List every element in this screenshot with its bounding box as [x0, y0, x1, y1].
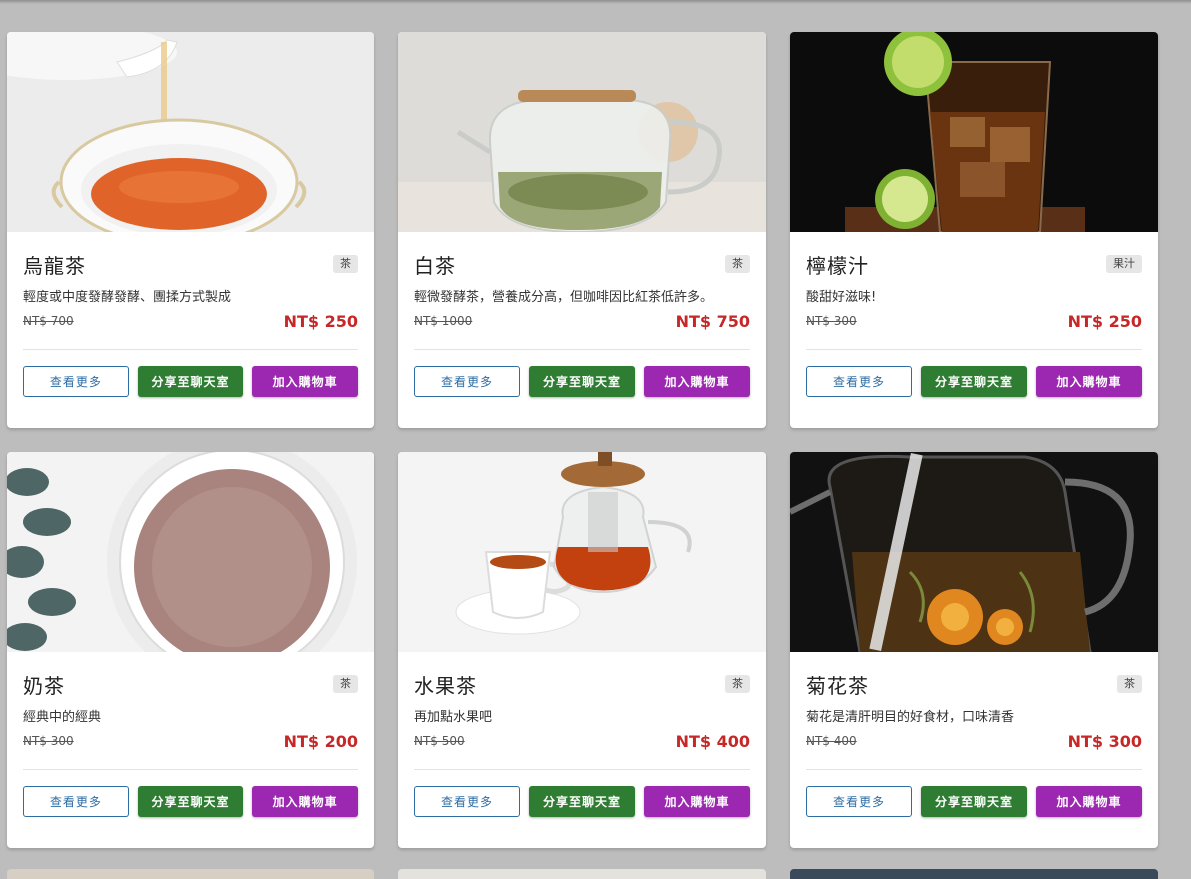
product-card: 奶茶 茶 經典中的經典 NT$ 300 NT$ 200 查看更多 分享至聊天室 … [7, 452, 374, 848]
category-badge: 果汁 [1106, 255, 1142, 273]
next-row-card-top [398, 869, 766, 879]
view-more-button[interactable]: 查看更多 [23, 366, 129, 397]
product-name: 白茶 [414, 253, 456, 278]
add-to-cart-button[interactable]: 加入購物車 [1036, 366, 1142, 397]
product-card: 白茶 茶 輕微發酵茶，營養成分高，但咖啡因比紅茶低許多。 NT$ 1000 NT… [398, 32, 766, 428]
share-to-chat-button[interactable]: 分享至聊天室 [529, 366, 635, 397]
add-to-cart-button[interactable]: 加入購物車 [644, 786, 750, 817]
fruit-tea-photo [398, 452, 766, 652]
product-image [398, 32, 766, 232]
product-description: 酸甜好滋味! [806, 290, 877, 305]
product-card: 檸檬汁 果汁 酸甜好滋味! NT$ 300 NT$ 250 查看更多 分享至聊天… [790, 32, 1158, 428]
oolong-tea-photo [7, 32, 374, 232]
category-badge: 茶 [725, 255, 750, 273]
divider [23, 769, 358, 770]
category-badge: 茶 [1117, 675, 1142, 693]
product-image [7, 452, 374, 652]
add-to-cart-button[interactable]: 加入購物車 [252, 786, 359, 817]
product-name: 奶茶 [23, 673, 65, 698]
share-to-chat-button[interactable]: 分享至聊天室 [921, 786, 1027, 817]
divider [414, 349, 750, 350]
next-row-card-top [790, 869, 1158, 879]
chrysanthemum-tea-photo [790, 452, 1158, 652]
product-image [790, 32, 1158, 232]
lemon-juice-photo [790, 32, 1158, 232]
add-to-cart-button[interactable]: 加入購物車 [1036, 786, 1142, 817]
original-price: NT$ 400 [806, 734, 857, 748]
sale-price: NT$ 200 [283, 731, 358, 751]
category-badge: 茶 [725, 675, 750, 693]
white-tea-photo [398, 32, 766, 232]
product-description: 輕度或中度發酵發酵、團揉方式製成 [23, 290, 232, 305]
next-row-card-top [7, 869, 374, 879]
product-description: 輕微發酵茶，營養成分高，但咖啡因比紅茶低許多。 [414, 290, 714, 305]
sale-price: NT$ 750 [675, 311, 750, 331]
sale-price: NT$ 250 [283, 311, 358, 331]
product-grid: 烏龍茶 茶 輕度或中度發酵發酵、團揉方式製成 NT$ 700 NT$ 250 查… [7, 32, 1158, 848]
share-to-chat-button[interactable]: 分享至聊天室 [137, 786, 244, 817]
original-price: NT$ 1000 [414, 314, 473, 328]
product-description: 再加點水果吧 [414, 710, 493, 725]
add-to-cart-button[interactable]: 加入購物車 [644, 366, 750, 397]
product-card: 烏龍茶 茶 輕度或中度發酵發酵、團揉方式製成 NT$ 700 NT$ 250 查… [7, 32, 374, 428]
top-shadow [0, 0, 1191, 4]
product-name: 菊花茶 [806, 673, 869, 698]
sale-price: NT$ 250 [1067, 311, 1142, 331]
view-more-button[interactable]: 查看更多 [23, 786, 129, 817]
divider [414, 769, 750, 770]
product-name: 烏龍茶 [23, 253, 86, 278]
view-more-button[interactable]: 查看更多 [806, 366, 912, 397]
original-price: NT$ 700 [23, 314, 74, 328]
milk-tea-photo [7, 452, 374, 652]
product-image [398, 452, 766, 652]
share-to-chat-button[interactable]: 分享至聊天室 [529, 786, 635, 817]
divider [23, 349, 358, 350]
product-description: 菊花是清肝明目的好食材，口味清香 [806, 710, 1015, 725]
view-more-button[interactable]: 查看更多 [806, 786, 912, 817]
share-to-chat-button[interactable]: 分享至聊天室 [921, 366, 1027, 397]
original-price: NT$ 300 [23, 734, 74, 748]
divider [806, 349, 1142, 350]
share-to-chat-button[interactable]: 分享至聊天室 [137, 366, 244, 397]
product-card: 菊花茶 茶 菊花是清肝明目的好食材，口味清香 NT$ 400 NT$ 300 查… [790, 452, 1158, 848]
product-name: 水果茶 [414, 673, 477, 698]
product-description: 經典中的經典 [23, 710, 102, 725]
category-badge: 茶 [333, 675, 358, 693]
category-badge: 茶 [333, 255, 358, 273]
product-card: 水果茶 茶 再加點水果吧 NT$ 500 NT$ 400 查看更多 分享至聊天室… [398, 452, 766, 848]
product-name: 檸檬汁 [806, 253, 869, 278]
original-price: NT$ 500 [414, 734, 465, 748]
sale-price: NT$ 400 [675, 731, 750, 751]
sale-price: NT$ 300 [1067, 731, 1142, 751]
divider [806, 769, 1142, 770]
product-image [790, 452, 1158, 652]
view-more-button[interactable]: 查看更多 [414, 366, 520, 397]
view-more-button[interactable]: 查看更多 [414, 786, 520, 817]
add-to-cart-button[interactable]: 加入購物車 [252, 366, 359, 397]
original-price: NT$ 300 [806, 314, 857, 328]
product-image [7, 32, 374, 232]
